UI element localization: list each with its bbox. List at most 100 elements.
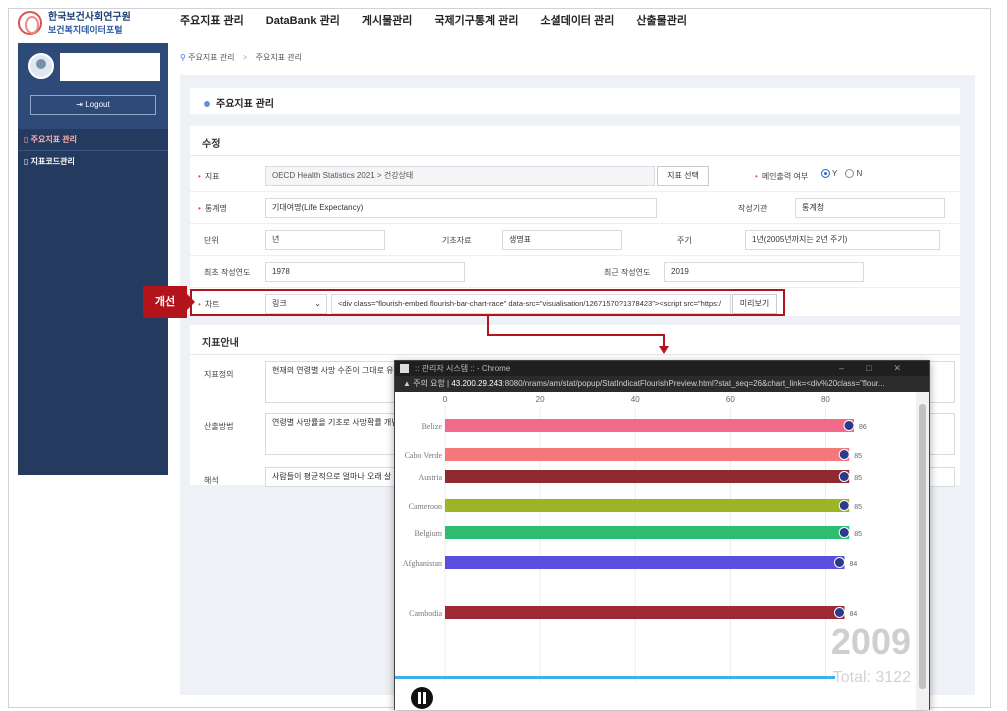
category-label: Afghanistan: [403, 559, 442, 568]
base-data-label: 기초자료: [442, 236, 472, 245]
method-label: 산출방법: [204, 422, 234, 431]
avatar: [28, 53, 54, 79]
pause-icon: [418, 692, 421, 704]
total-label: Total: 3122: [833, 669, 911, 686]
connector-line: [487, 334, 665, 336]
logo-line2: 보건복지데이터포털: [48, 24, 123, 35]
logout-label: Logout: [85, 100, 110, 109]
row-stat-name: • 통계명 기대여명(Life Expectancy) 작성기관 통계청: [190, 192, 960, 224]
cycle-field[interactable]: 1년(2005년까지는 2년 주기): [745, 230, 940, 250]
arrow-down-icon: [659, 346, 669, 354]
pause-icon-bar: [423, 692, 426, 704]
sidebar-item-indicator-mgmt[interactable]: ▯ 주요지표 관리: [18, 129, 168, 151]
bar-belize: [445, 419, 854, 432]
app-icon: [400, 364, 409, 373]
category-label: Belize: [422, 422, 443, 431]
bar-cameroon: [445, 499, 850, 512]
user-name-box: [60, 53, 160, 81]
flag-icon: [833, 557, 845, 568]
radio-n[interactable]: [845, 169, 855, 179]
nav-databank-mgmt[interactable]: DataBank 관리: [266, 12, 340, 28]
bullet-icon: [204, 101, 210, 107]
org-field[interactable]: 통계청: [795, 198, 945, 218]
bar-cambodia: [445, 606, 845, 619]
flag-icon: [838, 527, 850, 538]
guide-heading: 지표안내: [190, 325, 960, 355]
location-pin-icon: ⚲: [180, 53, 186, 62]
popup-scrollbar[interactable]: [916, 392, 929, 710]
flag-icon: [838, 449, 850, 460]
base-data-field[interactable]: 생명표: [502, 230, 622, 250]
first-year-field[interactable]: 1978: [265, 262, 465, 282]
category-label: Cabo Verde: [405, 451, 443, 460]
window-controls[interactable]: –□✕: [839, 361, 923, 376]
unit-label: 단위: [204, 236, 219, 245]
preview-popup-window: :: 관리자 시스템 :: - Chrome –□✕ ▲ 주의 요함 | 43.…: [394, 360, 930, 710]
radio-y[interactable]: [821, 169, 830, 179]
nav-intl-stats-mgmt[interactable]: 국제기구통계 관리: [434, 12, 518, 28]
stat-name-label: • 통계명: [198, 204, 227, 213]
chart-svg: 0 20 40 60 80 Belize 86 Cabo Verde 85 Austria 85 C…: [395, 395, 911, 709]
security-status: 주의 요함: [413, 379, 445, 388]
breadcrumb-separator: >: [242, 53, 248, 62]
value-label: 84: [849, 561, 857, 568]
logo-icon: [18, 11, 42, 35]
value-label: 85: [854, 453, 862, 460]
flag-icon: [843, 420, 855, 431]
logo-line1: 한국보건사회연구원: [48, 11, 131, 23]
popup-address-bar[interactable]: ▲ 주의 요함 | 43.200.29.243:8080/nrams/am/st…: [395, 376, 929, 392]
radio-n-label: N: [856, 169, 863, 178]
row-unit: 단위 년 기초자료 생명표 주기 1년(2005년까지는 2년 주기): [190, 224, 960, 256]
warning-icon: ▲: [403, 379, 411, 388]
sidebar-item-code-mgmt[interactable]: ▯ 지표코드관리: [18, 151, 168, 173]
x-tick-label: 40: [631, 395, 640, 404]
bar-chart-race: 0 20 40 60 80 Belize 86 Cabo Verde 85 Austria 85 C…: [395, 392, 917, 710]
category-label: Cameroon: [409, 502, 442, 511]
breadcrumb: ⚲ 주요지표 관리 > 주요지표 관리: [180, 52, 302, 63]
x-tick-label: 80: [821, 395, 830, 404]
breadcrumb-item[interactable]: 주요지표 관리: [188, 53, 234, 62]
edit-heading: 수정: [190, 126, 960, 156]
connector-line: [487, 316, 489, 336]
bar-afghanistan: [445, 556, 845, 569]
page-title: 주요지표 관리: [190, 88, 960, 114]
select-indicator-button[interactable]: 지표 선택: [657, 166, 709, 186]
category-label: Belgium: [414, 529, 442, 538]
radio-y-label: Y: [832, 169, 838, 178]
logout-button[interactable]: ⇥ Logout: [30, 95, 156, 115]
url-path: :8080/nrams/am/stat/popup/StatIndicatFlo…: [502, 379, 885, 388]
main-output-radio-group: Y N: [815, 169, 863, 179]
flag-icon: [838, 500, 850, 511]
nav-output-mgmt[interactable]: 산출물관리: [636, 12, 687, 28]
scrollbar-thumb[interactable]: [919, 404, 926, 689]
unit-field[interactable]: 년: [265, 230, 385, 250]
portal-logo[interactable]: 한국보건사회연구원 보건복지데이터포털: [18, 6, 168, 40]
stat-name-field[interactable]: 기대여명(Life Expectancy): [265, 198, 657, 218]
improvement-highlight-box: [190, 289, 785, 316]
recent-year-field[interactable]: 2019: [664, 262, 864, 282]
flag-icon: [838, 471, 850, 482]
nav-indicator-mgmt[interactable]: 주요지표 관리: [180, 12, 244, 28]
nav-board-mgmt[interactable]: 게시물관리: [362, 12, 413, 28]
value-label: 84: [849, 611, 857, 618]
indicator-field[interactable]: OECD Health Statistics 2021 > 건강상태: [265, 166, 655, 186]
x-tick-label: 20: [536, 395, 545, 404]
breadcrumb-item[interactable]: 주요지표 관리: [256, 53, 302, 62]
edit-panel: 수정 • 지표 OECD Health Statistics 2021 > 건강상…: [190, 126, 960, 316]
indicator-label: • 지표: [198, 172, 220, 181]
x-tick-label: 60: [726, 395, 735, 404]
flag-icon: [833, 607, 845, 618]
interpretation-label: 해석: [204, 476, 219, 485]
value-label: 86: [859, 424, 867, 431]
sidebar-item-label: 주요지표 관리: [30, 135, 78, 144]
popup-titlebar: :: 관리자 시스템 :: - Chrome –□✕: [395, 361, 929, 376]
doc-icon: ▯: [24, 157, 29, 166]
partial-bar: [395, 676, 835, 679]
top-navigation: 주요지표 관리 DataBank 관리 게시물관리 국제기구통계 관리 소셜데이…: [180, 12, 687, 28]
url-host: 43.200.29.243: [451, 379, 503, 388]
category-label: Cambodia: [409, 609, 442, 618]
x-tick-label: 0: [443, 395, 448, 404]
pause-button[interactable]: [411, 687, 433, 709]
nav-social-data-mgmt[interactable]: 소셜데이터 관리: [540, 12, 614, 28]
row-years: 최초 작성연도 1978 최근 작성연도 2019: [190, 256, 960, 288]
